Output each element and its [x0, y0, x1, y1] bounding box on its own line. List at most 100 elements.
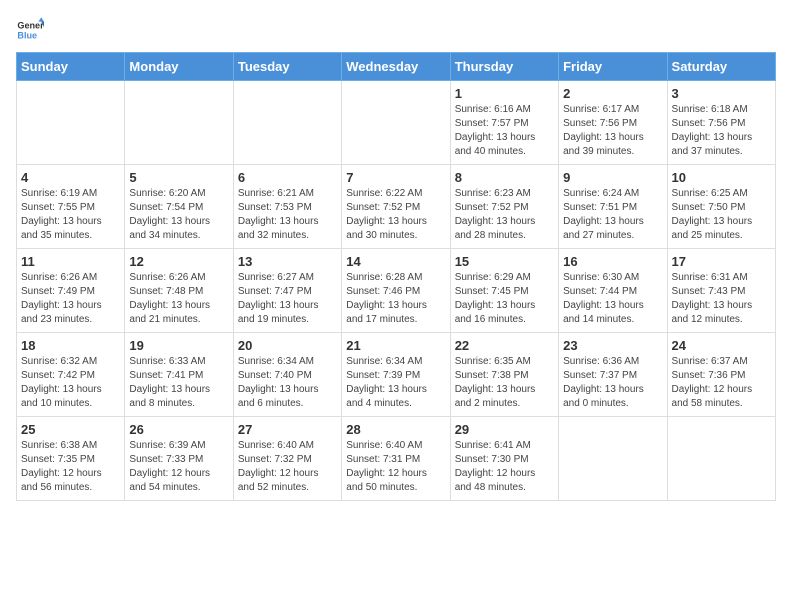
- col-saturday: Saturday: [667, 53, 775, 81]
- day-number: 18: [21, 338, 120, 353]
- calendar-cell: 27 Sunrise: 6:40 AM Sunset: 7:32 PM Dayli…: [233, 417, 341, 501]
- day-info: Sunrise: 6:23 AM Sunset: 7:52 PM Dayligh…: [455, 187, 554, 243]
- calendar-cell: 23 Sunrise: 6:36 AM Sunset: 7:37 PM Dayli…: [559, 333, 667, 417]
- day-number: 4: [21, 170, 120, 185]
- day-number: 13: [238, 254, 337, 269]
- calendar-cell: [233, 81, 341, 165]
- calendar-cell: [125, 81, 233, 165]
- day-number: 19: [129, 338, 228, 353]
- day-number: 9: [563, 170, 662, 185]
- day-info: Sunrise: 6:40 AM Sunset: 7:31 PM Dayligh…: [346, 439, 445, 495]
- day-number: 15: [455, 254, 554, 269]
- day-number: 10: [672, 170, 771, 185]
- calendar-cell: 13 Sunrise: 6:27 AM Sunset: 7:47 PM Dayli…: [233, 249, 341, 333]
- week-row-4: 25 Sunrise: 6:38 AM Sunset: 7:35 PM Dayli…: [17, 417, 776, 501]
- col-sunday: Sunday: [17, 53, 125, 81]
- calendar-cell: 17Sunrise: 6:31 AM Sunset: 7:43 PM Dayli…: [667, 249, 775, 333]
- day-number: 26: [129, 422, 228, 437]
- day-info: Sunrise: 6:19 AM Sunset: 7:55 PM Dayligh…: [21, 187, 120, 243]
- week-row-2: 11 Sunrise: 6:26 AM Sunset: 7:49 PM Dayli…: [17, 249, 776, 333]
- day-info: Sunrise: 6:16 AM Sunset: 7:57 PM Dayligh…: [455, 103, 554, 159]
- day-number: 3: [672, 86, 771, 101]
- day-info: Sunrise: 6:33 AM Sunset: 7:41 PM Dayligh…: [129, 355, 228, 411]
- day-info: Sunrise: 6:41 AM Sunset: 7:30 PM Dayligh…: [455, 439, 554, 495]
- calendar-cell: 4 Sunrise: 6:19 AM Sunset: 7:55 PM Daylig…: [17, 165, 125, 249]
- calendar-cell: 24 Sunrise: 6:37 AM Sunset: 7:36 PM Dayli…: [667, 333, 775, 417]
- day-info: Sunrise: 6:35 AM Sunset: 7:38 PM Dayligh…: [455, 355, 554, 411]
- calendar-cell: [667, 417, 775, 501]
- day-info: Sunrise: 6:30 AM Sunset: 7:44 PM Dayligh…: [563, 271, 662, 327]
- col-tuesday: Tuesday: [233, 53, 341, 81]
- calendar-cell: 28 Sunrise: 6:40 AM Sunset: 7:31 PM Dayli…: [342, 417, 450, 501]
- day-number: 25: [21, 422, 120, 437]
- calendar-cell: 21 Sunrise: 6:34 AM Sunset: 7:39 PM Dayli…: [342, 333, 450, 417]
- calendar-cell: [559, 417, 667, 501]
- day-number: 20: [238, 338, 337, 353]
- day-info: Sunrise: 6:22 AM Sunset: 7:52 PM Dayligh…: [346, 187, 445, 243]
- day-number: 21: [346, 338, 445, 353]
- calendar-cell: 7 Sunrise: 6:22 AM Sunset: 7:52 PM Daylig…: [342, 165, 450, 249]
- day-info: Sunrise: 6:36 AM Sunset: 7:37 PM Dayligh…: [563, 355, 662, 411]
- day-number: 11: [21, 254, 120, 269]
- day-info: Sunrise: 6:21 AM Sunset: 7:53 PM Dayligh…: [238, 187, 337, 243]
- day-info: Sunrise: 6:40 AM Sunset: 7:32 PM Dayligh…: [238, 439, 337, 495]
- calendar-cell: 29 Sunrise: 6:41 AM Sunset: 7:30 PM Dayli…: [450, 417, 558, 501]
- calendar-cell: 11 Sunrise: 6:26 AM Sunset: 7:49 PM Dayli…: [17, 249, 125, 333]
- day-number: 14: [346, 254, 445, 269]
- calendar-cell: 3Sunrise: 6:18 AM Sunset: 7:56 PM Daylig…: [667, 81, 775, 165]
- day-info: Sunrise: 6:37 AM Sunset: 7:36 PM Dayligh…: [672, 355, 771, 411]
- day-info: Sunrise: 6:32 AM Sunset: 7:42 PM Dayligh…: [21, 355, 120, 411]
- calendar-header: Sunday Monday Tuesday Wednesday Thursday…: [17, 53, 776, 81]
- calendar-cell: 14Sunrise: 6:28 AM Sunset: 7:46 PM Dayli…: [342, 249, 450, 333]
- day-info: Sunrise: 6:17 AM Sunset: 7:56 PM Dayligh…: [563, 103, 662, 159]
- calendar-cell: 20Sunrise: 6:34 AM Sunset: 7:40 PM Dayli…: [233, 333, 341, 417]
- header: General Blue: [16, 16, 776, 44]
- day-info: Sunrise: 6:38 AM Sunset: 7:35 PM Dayligh…: [21, 439, 120, 495]
- col-friday: Friday: [559, 53, 667, 81]
- day-info: Sunrise: 6:27 AM Sunset: 7:47 PM Dayligh…: [238, 271, 337, 327]
- day-info: Sunrise: 6:24 AM Sunset: 7:51 PM Dayligh…: [563, 187, 662, 243]
- day-number: 5: [129, 170, 228, 185]
- col-monday: Monday: [125, 53, 233, 81]
- calendar-cell: 25 Sunrise: 6:38 AM Sunset: 7:35 PM Dayli…: [17, 417, 125, 501]
- day-number: 23: [563, 338, 662, 353]
- calendar-cell: 19 Sunrise: 6:33 AM Sunset: 7:41 PM Dayli…: [125, 333, 233, 417]
- day-info: Sunrise: 6:25 AM Sunset: 7:50 PM Dayligh…: [672, 187, 771, 243]
- day-number: 12: [129, 254, 228, 269]
- day-info: Sunrise: 6:39 AM Sunset: 7:33 PM Dayligh…: [129, 439, 228, 495]
- calendar-cell: 15 Sunrise: 6:29 AM Sunset: 7:45 PM Dayli…: [450, 249, 558, 333]
- svg-text:General: General: [17, 21, 44, 31]
- calendar-cell: 26 Sunrise: 6:39 AM Sunset: 7:33 PM Dayli…: [125, 417, 233, 501]
- logo-icon: General Blue: [16, 16, 44, 44]
- week-row-0: 1 Sunrise: 6:16 AM Sunset: 7:57 PM Daylig…: [17, 81, 776, 165]
- calendar-cell: 22Sunrise: 6:35 AM Sunset: 7:38 PM Dayli…: [450, 333, 558, 417]
- day-info: Sunrise: 6:34 AM Sunset: 7:39 PM Dayligh…: [346, 355, 445, 411]
- day-number: 1: [455, 86, 554, 101]
- day-number: 8: [455, 170, 554, 185]
- week-row-1: 4 Sunrise: 6:19 AM Sunset: 7:55 PM Daylig…: [17, 165, 776, 249]
- calendar-cell: 18 Sunrise: 6:32 AM Sunset: 7:42 PM Dayli…: [17, 333, 125, 417]
- svg-text:Blue: Blue: [17, 30, 37, 40]
- day-info: Sunrise: 6:29 AM Sunset: 7:45 PM Dayligh…: [455, 271, 554, 327]
- day-info: Sunrise: 6:26 AM Sunset: 7:49 PM Dayligh…: [21, 271, 120, 327]
- week-row-3: 18 Sunrise: 6:32 AM Sunset: 7:42 PM Dayli…: [17, 333, 776, 417]
- calendar-table: Sunday Monday Tuesday Wednesday Thursday…: [16, 52, 776, 501]
- day-number: 28: [346, 422, 445, 437]
- day-number: 17: [672, 254, 771, 269]
- col-thursday: Thursday: [450, 53, 558, 81]
- calendar-cell: 1 Sunrise: 6:16 AM Sunset: 7:57 PM Daylig…: [450, 81, 558, 165]
- day-number: 27: [238, 422, 337, 437]
- calendar-body: 1 Sunrise: 6:16 AM Sunset: 7:57 PM Daylig…: [17, 81, 776, 501]
- day-number: 6: [238, 170, 337, 185]
- calendar-cell: 10 Sunrise: 6:25 AM Sunset: 7:50 PM Dayli…: [667, 165, 775, 249]
- day-number: 7: [346, 170, 445, 185]
- day-number: 24: [672, 338, 771, 353]
- calendar-cell: 5Sunrise: 6:20 AM Sunset: 7:54 PM Daylig…: [125, 165, 233, 249]
- header-row: Sunday Monday Tuesday Wednesday Thursday…: [17, 53, 776, 81]
- logo: General Blue: [16, 16, 44, 44]
- calendar-cell: 6 Sunrise: 6:21 AM Sunset: 7:53 PM Daylig…: [233, 165, 341, 249]
- calendar-cell: [342, 81, 450, 165]
- day-number: 29: [455, 422, 554, 437]
- calendar-cell: 16Sunrise: 6:30 AM Sunset: 7:44 PM Dayli…: [559, 249, 667, 333]
- col-wednesday: Wednesday: [342, 53, 450, 81]
